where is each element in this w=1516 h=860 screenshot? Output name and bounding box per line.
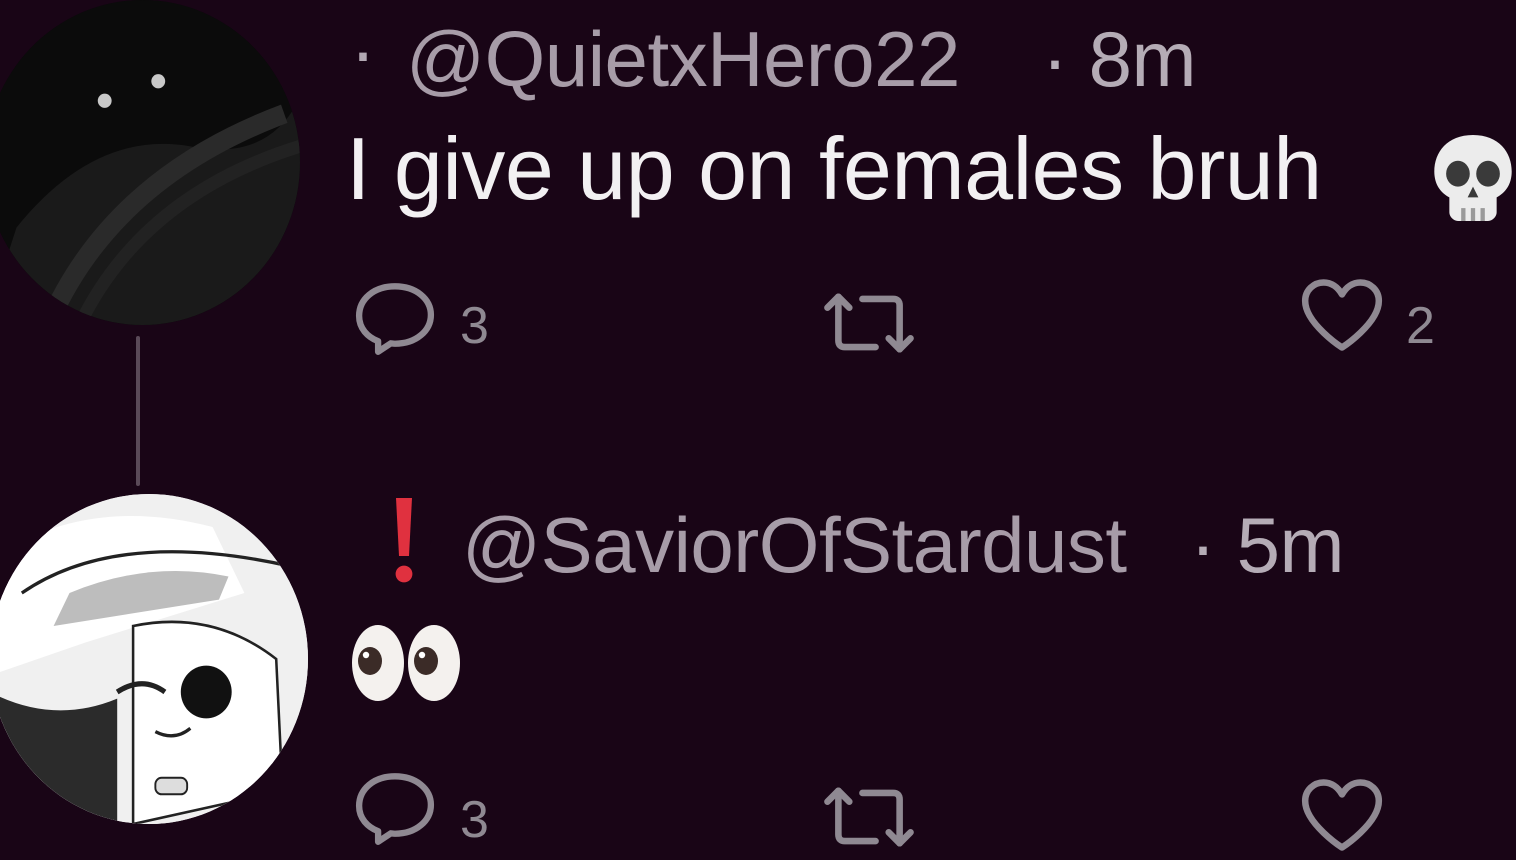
skull-icon <box>1430 130 1516 226</box>
reply-count: 3 <box>460 297 489 355</box>
avatar[interactable] <box>0 0 300 325</box>
eyes-icon <box>346 620 466 706</box>
timestamp: · 8m <box>1042 15 1197 103</box>
post-text: I give up on females bruh <box>346 119 1322 218</box>
reply-icon[interactable] <box>352 280 438 356</box>
like-icon[interactable] <box>1296 776 1388 854</box>
like-icon[interactable] <box>1296 276 1388 354</box>
thread-view: · @QuietxHero22 · 8m I give up on female… <box>0 0 1516 860</box>
repost-icon[interactable] <box>818 288 920 358</box>
repost-icon[interactable] <box>818 782 920 852</box>
timestamp: · 5m <box>1190 501 1345 589</box>
like-count: 2 <box>1406 297 1435 355</box>
reply-icon[interactable] <box>352 770 438 846</box>
avatar[interactable] <box>0 494 308 824</box>
thread-line <box>136 336 140 486</box>
exclamation-icon <box>384 492 424 588</box>
reply-count: 3 <box>460 791 489 849</box>
username-link[interactable]: @SaviorOfStardust <box>462 500 1127 591</box>
username-link[interactable]: @QuietxHero22 <box>406 14 960 105</box>
separator-dot: · <box>350 7 376 95</box>
